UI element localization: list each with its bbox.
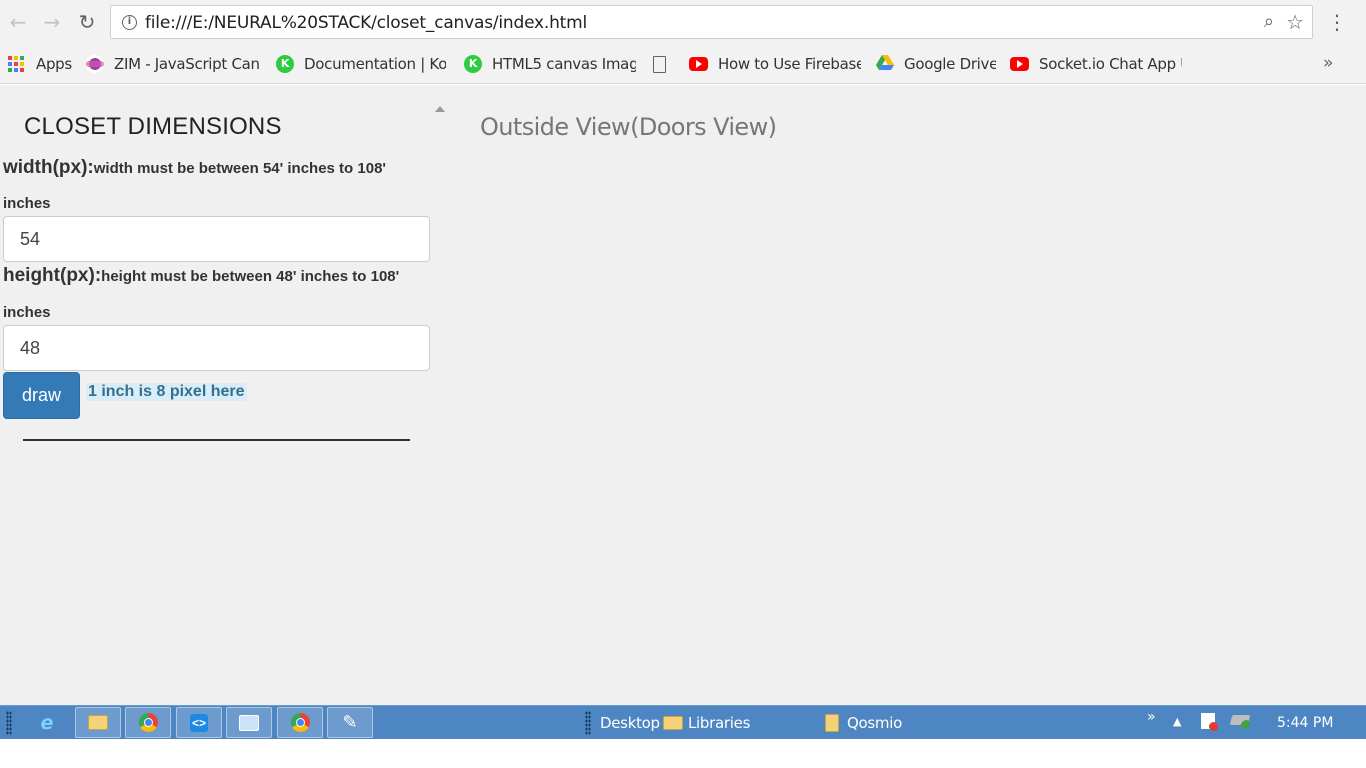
- star-icon[interactable]: ☆: [1286, 10, 1304, 34]
- network-status-icon[interactable]: [1229, 713, 1251, 729]
- bookmark-label: HTML5 canvas Image: [492, 55, 636, 73]
- taskbar-expand-icon[interactable]: »: [1147, 709, 1156, 725]
- draw-button[interactable]: draw: [3, 372, 80, 419]
- taskbar-user[interactable]: Qosmio: [847, 714, 902, 732]
- youtube-icon: [689, 57, 708, 71]
- explorer-icon: [88, 715, 108, 730]
- width-hint: width must be between 54' inches to 108': [93, 160, 386, 177]
- width-label-text: width(px):: [3, 157, 94, 178]
- bookmark-label: How to Use Firebase: [718, 55, 861, 73]
- bookmark-socketio[interactable]: Socket.io Chat App U: [1010, 53, 1182, 75]
- width-label: width(px):width must be between 54' inch…: [3, 157, 386, 179]
- width-input[interactable]: [3, 216, 430, 262]
- info-icon[interactable]: i: [122, 15, 137, 30]
- ie-icon: e: [40, 711, 54, 734]
- scale-note: 1 inch is 8 pixel here: [86, 383, 247, 401]
- tray-show-hidden-icon[interactable]: ▲: [1173, 715, 1181, 728]
- vscode-icon: <>: [190, 713, 208, 732]
- screen-bottom-margin: [0, 739, 1366, 768]
- taskbar-desktop[interactable]: Desktop: [600, 714, 660, 732]
- height-input[interactable]: [3, 325, 430, 371]
- address-bar[interactable]: i file:///E:/NEURAL%20STACK/closet_canva…: [110, 5, 1313, 39]
- page-icon: [653, 55, 666, 73]
- taskbar-chrome[interactable]: [125, 707, 171, 738]
- bookmark-label: ZIM - JavaScript Canv: [114, 55, 260, 73]
- taskbar: e <> ✎ Desktop Libraries Qosmio » ▲ 5:44: [0, 705, 1366, 739]
- browser-toolbar: ← → ↻ i file:///E:/NEURAL%20STACK/closet…: [0, 0, 1366, 44]
- taskbar-ie[interactable]: e: [24, 707, 70, 738]
- taskbar-clock[interactable]: 5:44 PM: [1277, 715, 1333, 731]
- height-unit: inches: [3, 304, 51, 321]
- bookmark-firebase[interactable]: How to Use Firebase: [689, 53, 861, 75]
- zim-icon: [86, 55, 104, 73]
- apps-grid-icon: [8, 56, 24, 72]
- chrome-icon: [138, 713, 158, 732]
- width-unit: inches: [3, 195, 51, 212]
- google-drive-icon: [876, 55, 894, 73]
- toolbar-grip[interactable]: [585, 711, 591, 735]
- page-title: CLOSET DIMENSIONS: [24, 113, 282, 140]
- bookmark-label: Documentation | Kon: [304, 55, 446, 73]
- bookmark-canvas-image[interactable]: K HTML5 canvas Image: [464, 53, 636, 75]
- user-folder-icon: [825, 714, 839, 732]
- page-content: CLOSET DIMENSIONS width(px):width must b…: [0, 85, 1366, 706]
- zoom-icon[interactable]: ⌕: [1264, 11, 1274, 32]
- bookmark-label: Socket.io Chat App U: [1039, 55, 1182, 73]
- back-arrow-icon[interactable]: ←: [6, 10, 30, 34]
- network-icon: [239, 714, 259, 731]
- taskbar-libraries[interactable]: Libraries: [688, 714, 750, 732]
- taskbar-vscode[interactable]: <>: [176, 707, 222, 738]
- divider: [23, 439, 410, 441]
- reload-icon[interactable]: ↻: [75, 10, 99, 34]
- paint-icon: ✎: [342, 712, 358, 733]
- forward-arrow-icon[interactable]: →: [40, 10, 64, 34]
- bookmark-zim[interactable]: ZIM - JavaScript Canv: [86, 53, 260, 75]
- taskbar-network[interactable]: [226, 707, 272, 738]
- konva-icon: K: [276, 55, 294, 73]
- bookmarks-bar: Apps ZIM - JavaScript Canv K Documentati…: [0, 44, 1366, 84]
- bookmark-page[interactable]: [653, 53, 673, 75]
- youtube-icon: [1010, 57, 1029, 71]
- libraries-icon: [663, 716, 683, 730]
- taskbar-grip[interactable]: [6, 711, 12, 735]
- height-label: height(px):height must be between 48' in…: [3, 265, 399, 287]
- url-text[interactable]: file:///E:/NEURAL%20STACK/closet_canvas/…: [145, 13, 587, 33]
- action-center-flag-icon[interactable]: [1201, 713, 1218, 733]
- bookmark-google-drive[interactable]: Google Drive: [876, 53, 996, 75]
- konva-icon: K: [464, 55, 482, 73]
- view-title: Outside View(Doors View): [480, 113, 777, 141]
- kebab-menu-icon[interactable]: ⋮: [1327, 10, 1347, 34]
- taskbar-chrome-2[interactable]: [277, 707, 323, 738]
- scroll-up-arrow-icon[interactable]: [435, 106, 445, 112]
- taskbar-paint[interactable]: ✎: [327, 707, 373, 738]
- bookmarks-overflow-button[interactable]: »: [1323, 53, 1333, 73]
- bookmark-konva-docs[interactable]: K Documentation | Kon: [276, 53, 446, 75]
- taskbar-explorer[interactable]: [75, 707, 121, 738]
- chrome-icon: [290, 713, 310, 732]
- height-hint: height must be between 48' inches to 108…: [101, 268, 400, 285]
- bookmark-apps[interactable]: Apps: [8, 53, 74, 75]
- bookmark-label: Google Drive: [904, 55, 996, 73]
- height-label-text: height(px):: [3, 265, 102, 286]
- bookmark-label: Apps: [36, 55, 72, 73]
